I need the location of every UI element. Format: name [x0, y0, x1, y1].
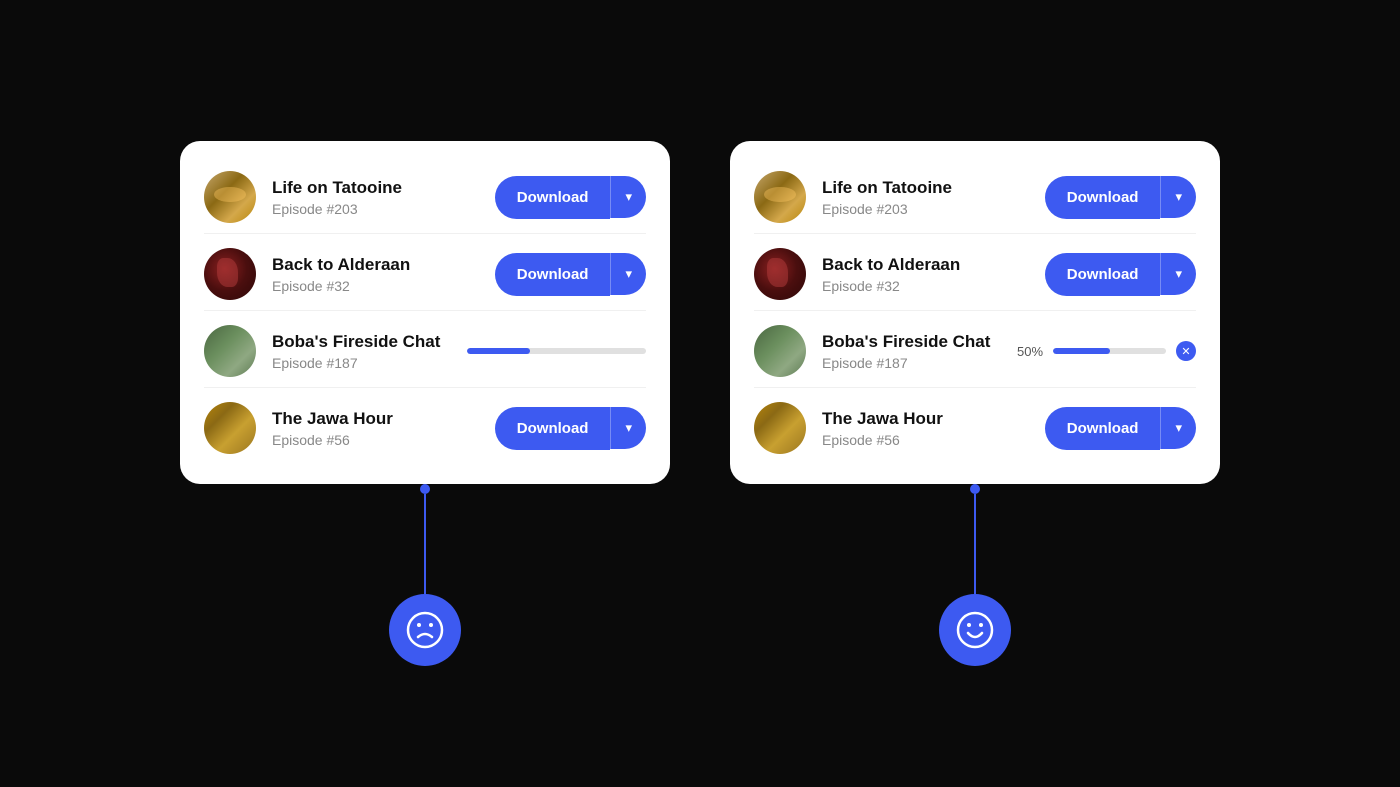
connector-dot [970, 484, 980, 494]
episode-title: The Jawa Hour [272, 408, 479, 430]
episode-info: Boba's Fireside Chat Episode #187 [822, 331, 1001, 371]
avatar-boba [754, 325, 806, 377]
download-btn-group: Download▾ [495, 176, 646, 219]
progress-bar-fill [467, 348, 530, 354]
progress-cancel-button[interactable]: ✕ [1176, 341, 1196, 361]
avatar-boba [204, 325, 256, 377]
episode-title: The Jawa Hour [822, 408, 1029, 430]
episode-info: Back to Alderaan Episode #32 [272, 254, 479, 294]
download-button[interactable]: Download [495, 176, 611, 219]
episode-title: Life on Tatooine [822, 177, 1029, 199]
download-btn-group: Download▾ [495, 407, 646, 450]
card-panel-left: Life on TatooineEpisode #203Download▾Bac… [180, 141, 670, 484]
download-button[interactable]: Download [495, 407, 611, 450]
avatar-jawa [204, 402, 256, 454]
avatar-tatooine [754, 171, 806, 223]
progress-container: 50% ✕ [1017, 341, 1196, 361]
episode-row: Life on Tatooine Episode #203 Download▾ [754, 161, 1196, 234]
episode-row: Back to Alderaan Episode #32 Download▾ [204, 238, 646, 311]
episode-info: Life on Tatooine Episode #203 [272, 177, 479, 217]
episode-info: Life on Tatooine Episode #203 [822, 177, 1029, 217]
episode-title: Back to Alderaan [272, 254, 479, 276]
emoji-happy [939, 594, 1011, 666]
connector [389, 484, 461, 666]
download-btn-group: Download▾ [1045, 176, 1196, 219]
download-chevron-button[interactable]: ▾ [610, 176, 646, 218]
panel-wrapper-panel-left: Life on TatooineEpisode #203Download▾Bac… [180, 141, 670, 666]
episode-title: Life on Tatooine [272, 177, 479, 199]
episode-title: Boba's Fireside Chat [272, 331, 451, 353]
connector-dot [420, 484, 430, 494]
panel-wrapper-panel-right: Life on TatooineEpisode #203Download▾Bac… [730, 141, 1220, 666]
episode-row: Boba's Fireside Chat Episode #187 50% ✕ [754, 315, 1196, 388]
emoji-sad [389, 594, 461, 666]
connector-line [974, 494, 976, 594]
download-button[interactable]: Download [1045, 253, 1161, 296]
avatar-alderaan [204, 248, 256, 300]
episode-row: Life on Tatooine Episode #203 Download▾ [204, 161, 646, 234]
episode-title: Boba's Fireside Chat [822, 331, 1001, 353]
progress-label: 50% [1017, 344, 1043, 359]
download-btn-group: Download▾ [1045, 407, 1196, 450]
episode-info: The Jawa Hour Episode #56 [822, 408, 1029, 448]
download-btn-group: Download▾ [1045, 253, 1196, 296]
episode-number: Episode #56 [272, 432, 479, 448]
connector [939, 484, 1011, 666]
avatar-tatooine [204, 171, 256, 223]
episode-title: Back to Alderaan [822, 254, 1029, 276]
episode-number: Episode #32 [272, 278, 479, 294]
episode-info: Boba's Fireside Chat Episode #187 [272, 331, 451, 371]
download-button[interactable]: Download [495, 253, 611, 296]
download-chevron-button[interactable]: ▾ [610, 253, 646, 295]
progress-bar-fill [1053, 348, 1109, 354]
progress-container [467, 348, 646, 354]
episode-number: Episode #187 [272, 355, 451, 371]
card-panel-right: Life on TatooineEpisode #203Download▾Bac… [730, 141, 1220, 484]
download-button[interactable]: Download [1045, 407, 1161, 450]
episode-number: Episode #203 [822, 201, 1029, 217]
avatar-alderaan [754, 248, 806, 300]
download-chevron-button[interactable]: ▾ [610, 407, 646, 449]
episode-row: Boba's Fireside Chat Episode #187 [204, 315, 646, 388]
episode-number: Episode #32 [822, 278, 1029, 294]
episode-number: Episode #203 [272, 201, 479, 217]
episode-number: Episode #187 [822, 355, 1001, 371]
episode-row: Back to Alderaan Episode #32 Download▾ [754, 238, 1196, 311]
page-container: Life on TatooineEpisode #203Download▾Bac… [180, 121, 1220, 666]
progress-bar-track [1053, 348, 1166, 354]
episode-row: The Jawa Hour Episode #56 Download▾ [754, 392, 1196, 464]
episode-number: Episode #56 [822, 432, 1029, 448]
download-chevron-button[interactable]: ▾ [1160, 407, 1196, 449]
episode-info: The Jawa Hour Episode #56 [272, 408, 479, 448]
progress-bar-track [467, 348, 646, 354]
connector-line [424, 494, 426, 594]
download-btn-group: Download▾ [495, 253, 646, 296]
download-chevron-button[interactable]: ▾ [1160, 253, 1196, 295]
download-chevron-button[interactable]: ▾ [1160, 176, 1196, 218]
download-button[interactable]: Download [1045, 176, 1161, 219]
episode-row: The Jawa Hour Episode #56 Download▾ [204, 392, 646, 464]
avatar-jawa [754, 402, 806, 454]
episode-info: Back to Alderaan Episode #32 [822, 254, 1029, 294]
